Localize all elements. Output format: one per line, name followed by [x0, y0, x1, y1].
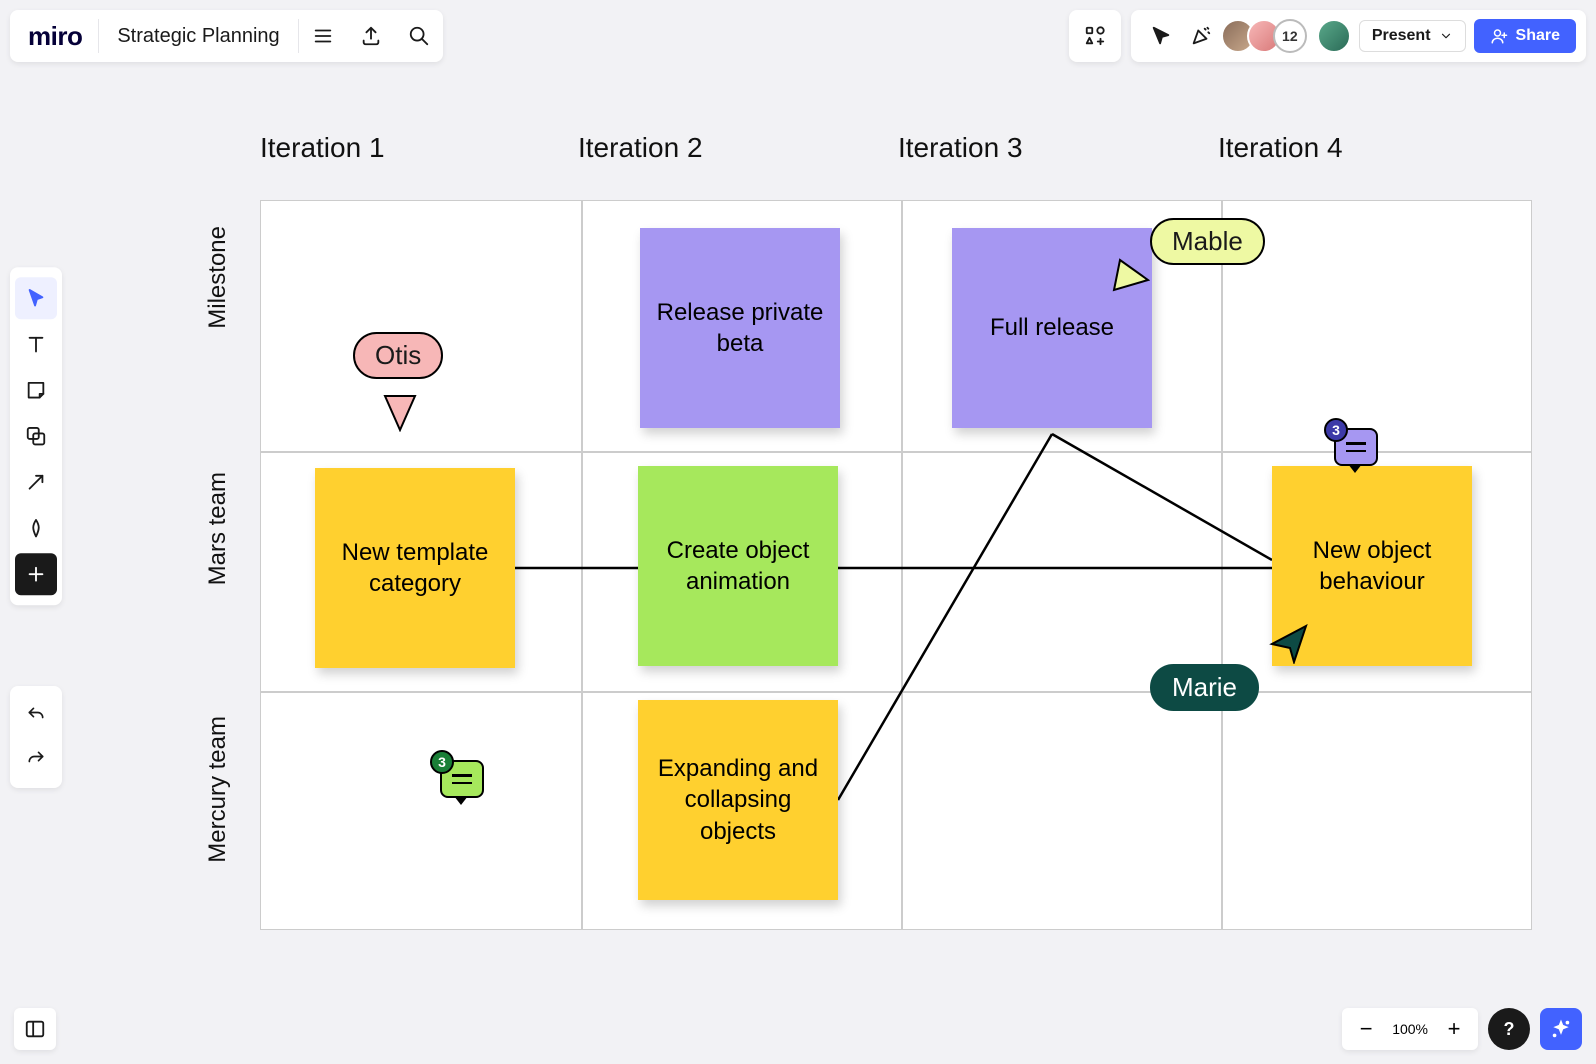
cursor-mode-button[interactable]	[1141, 12, 1181, 60]
upload-icon	[360, 25, 382, 47]
shapes-tool[interactable]	[15, 415, 57, 457]
present-label: Present	[1372, 27, 1431, 45]
zoom-level[interactable]: 100%	[1384, 1021, 1436, 1037]
column-header: Iteration 3	[898, 132, 1023, 164]
zoom-in-button[interactable]: +	[1436, 1011, 1472, 1047]
board-canvas[interactable]: Iteration 1 Iteration 2 Iteration 3 Iter…	[0, 0, 1596, 1064]
history-toolbar	[10, 686, 62, 788]
apps-button[interactable]	[1069, 10, 1121, 62]
frames-panel-button[interactable]	[14, 1008, 56, 1050]
sticky-note[interactable]: Create object animation	[638, 466, 838, 666]
sparkle-icon	[1550, 1018, 1572, 1040]
cursor-pointer-icon	[1112, 258, 1150, 292]
undo-button[interactable]	[15, 694, 57, 736]
shapes-icon	[25, 425, 47, 447]
row-header: Milestone	[204, 226, 232, 329]
help-button[interactable]: ?	[1488, 1008, 1530, 1050]
redo-button[interactable]	[15, 738, 57, 780]
more-tools[interactable]	[15, 553, 57, 595]
board-title[interactable]: Strategic Planning	[99, 25, 297, 48]
chevron-down-icon	[1439, 29, 1453, 43]
avatar-self[interactable]	[1317, 19, 1351, 53]
topbar-left: miro Strategic Planning	[10, 10, 443, 62]
present-button[interactable]: Present	[1359, 20, 1466, 52]
collab-controls: 12 Present Share	[1131, 10, 1586, 62]
miro-logo[interactable]: miro	[10, 21, 98, 52]
sticky-tool[interactable]	[15, 369, 57, 411]
comment-count-badge: 3	[1324, 418, 1348, 442]
participant-avatars[interactable]: 12	[1221, 19, 1351, 53]
user-cursor-label: Otis	[353, 332, 443, 379]
person-add-icon	[1490, 27, 1508, 45]
bottom-right-controls: − 100% + ?	[1342, 1008, 1582, 1050]
topbar-right: 12 Present Share	[1069, 10, 1586, 62]
zoom-control: − 100% +	[1342, 1008, 1478, 1050]
sticky-note-icon	[25, 379, 47, 401]
plus-icon	[25, 563, 47, 585]
column-header: Iteration 4	[1218, 132, 1343, 164]
search-button[interactable]	[395, 12, 443, 60]
panel-icon	[24, 1018, 46, 1040]
cursor-pointer-icon	[1268, 624, 1308, 664]
text-tool[interactable]	[15, 323, 57, 365]
left-toolbar	[10, 267, 62, 605]
avatar-overflow-count[interactable]: 12	[1273, 19, 1307, 53]
arrow-icon	[25, 471, 47, 493]
redo-icon	[26, 749, 46, 769]
confetti-icon	[1190, 25, 1212, 47]
search-icon	[408, 25, 430, 47]
reactions-button[interactable]	[1181, 12, 1221, 60]
row-header: Mars team	[204, 472, 232, 585]
comment-bubble[interactable]: 3	[440, 760, 484, 798]
hamburger-icon	[312, 25, 334, 47]
sticky-note[interactable]: Expanding and collapsing objects	[638, 700, 838, 900]
pen-tool[interactable]	[15, 507, 57, 549]
sticky-note[interactable]: Release private beta	[640, 228, 840, 428]
comment-bubble[interactable]: 3	[1334, 428, 1378, 466]
select-tool[interactable]	[15, 277, 57, 319]
user-cursor-label: Marie	[1150, 664, 1259, 711]
main-menu-button[interactable]	[299, 12, 347, 60]
column-header: Iteration 2	[578, 132, 703, 164]
cursor-icon	[1150, 25, 1172, 47]
share-button[interactable]: Share	[1474, 19, 1576, 53]
column-header: Iteration 1	[260, 132, 385, 164]
undo-icon	[26, 705, 46, 725]
connector-tool[interactable]	[15, 461, 57, 503]
cursor-pointer-icon	[383, 392, 417, 432]
share-label: Share	[1516, 27, 1560, 45]
user-cursor-label: Mable	[1150, 218, 1265, 265]
zoom-out-button[interactable]: −	[1348, 1011, 1384, 1047]
apps-icon	[1084, 25, 1106, 47]
sticky-note[interactable]: New template category	[315, 468, 515, 668]
ai-assist-button[interactable]	[1540, 1008, 1582, 1050]
row-header: Mercury team	[204, 716, 232, 863]
pen-icon	[25, 517, 47, 539]
comment-count-badge: 3	[430, 750, 454, 774]
pointer-icon	[25, 287, 47, 309]
text-icon	[25, 333, 47, 355]
export-button[interactable]	[347, 12, 395, 60]
